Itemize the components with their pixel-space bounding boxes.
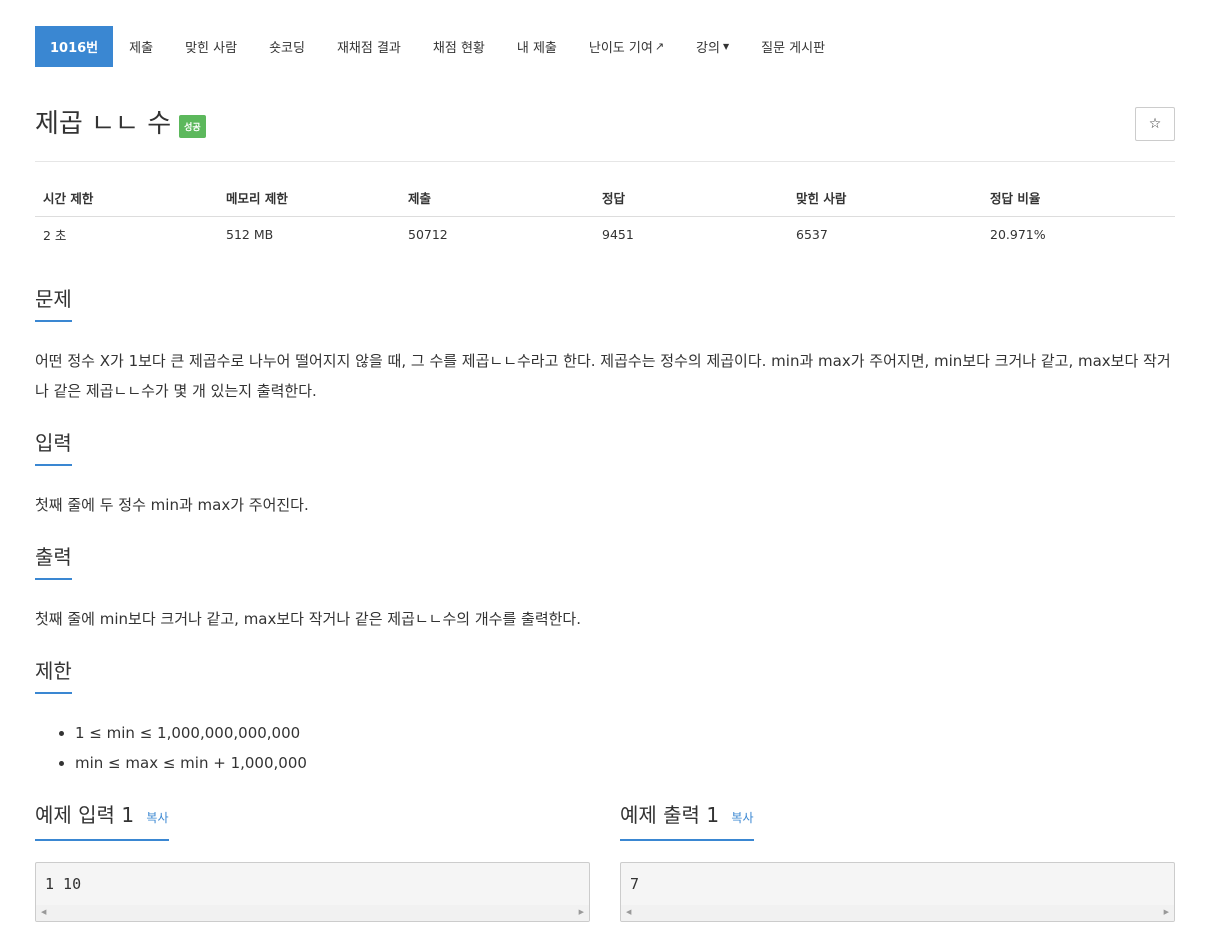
- input-section-header: 입력: [35, 429, 1175, 466]
- tab-label: 맞힌 사람: [185, 41, 238, 56]
- section-title: 입력: [35, 429, 72, 466]
- tab-status[interactable]: 채점 현황: [417, 26, 501, 67]
- table-header: 정답 비율: [982, 180, 1175, 217]
- tab-question-board[interactable]: 질문 게시판: [745, 26, 841, 67]
- copy-output-button[interactable]: 복사: [731, 811, 753, 825]
- list-item: min ≤ max ≤ min + 1,000,000: [75, 748, 307, 778]
- list-item: 1 ≤ min ≤ 1,000,000,000,000: [75, 718, 307, 748]
- section-title: 제한: [35, 657, 72, 694]
- table-cell: 20.971%: [990, 226, 1046, 242]
- tab-label: 재채점 결과: [336, 41, 401, 56]
- section-divider: [35, 465, 1175, 466]
- table-cell: 50712: [408, 226, 448, 242]
- table-header-row: 시간 제한 메모리 제한 제출 정답 맞힌 사람 정답 비율: [35, 180, 1175, 217]
- status-badge: 성공: [179, 115, 206, 138]
- tab-label: 내 제출: [516, 41, 557, 56]
- problem-info-table: 시간 제한 메모리 제한 제출 정답 맞힌 사람 정답 비율 2 초 512 M…: [35, 180, 1175, 252]
- tab-label: 제출: [129, 41, 154, 56]
- output-section-header: 출력: [35, 543, 1175, 580]
- tab-rejudge-results[interactable]: 재채점 결과: [321, 26, 417, 67]
- scroll-left-icon[interactable]: ◀: [41, 908, 46, 916]
- section-divider: [35, 693, 1175, 694]
- table-cell: 9451: [602, 226, 634, 242]
- tab-label: 채점 현황: [432, 41, 485, 56]
- tab-my-submissions[interactable]: 내 제출: [501, 26, 573, 67]
- problem-description: 어떤 정수 X가 1보다 큰 제곱수로 나누어 떨어지지 않을 때, 그 수를 …: [35, 352, 1171, 400]
- table-header: 정답: [594, 180, 788, 217]
- example-input-header: 예제 입력 1 복사: [35, 801, 590, 841]
- horizontal-scrollbar[interactable]: ◀ ▶: [36, 905, 589, 921]
- limit-section-header: 제한: [35, 657, 1175, 694]
- tab-label: 1016번: [50, 41, 99, 56]
- table-header: 메모리 제한: [218, 180, 400, 217]
- tab-lectures[interactable]: 강의 ▼: [680, 26, 745, 67]
- tab-label: 난이도 기여: [588, 41, 653, 56]
- example-output-box[interactable]: 7 ◀ ▶: [620, 862, 1175, 922]
- tab-difficulty-contribution[interactable]: 난이도 기여 ↗: [573, 26, 680, 67]
- table-cell: 512 MB: [226, 226, 274, 242]
- copy-input-button[interactable]: 복사: [146, 811, 168, 825]
- table-row: 2 초 512 MB 50712 9451 6537 20.971%: [35, 216, 1175, 252]
- caret-down-icon: ▼: [722, 42, 730, 51]
- table-header: 제출: [400, 180, 594, 217]
- example-output-code: 7: [630, 875, 640, 893]
- problem-section-header: 문제: [35, 285, 1175, 322]
- example-output-header: 예제 출력 1 복사: [620, 801, 1175, 841]
- external-link-icon: ↗: [654, 40, 665, 53]
- scroll-right-icon[interactable]: ▶: [579, 908, 584, 916]
- problem-nav: 1016번 제출 맞힌 사람 숏코딩 재채점 결과 채점 현황 내 제출 난이도…: [35, 26, 841, 67]
- example-input-code: 1 10: [45, 875, 82, 893]
- section-title: 예제 출력 1: [620, 803, 720, 827]
- tab-submit[interactable]: 제출: [113, 26, 169, 67]
- table-cell: 2 초: [43, 227, 67, 243]
- output-description: 첫째 줄에 min보다 크거나 같고, max보다 작거나 같은 제곱ㄴㄴ수의 …: [35, 610, 581, 628]
- star-icon: ☆: [1148, 116, 1162, 132]
- page-title: 제곱 ㄴㄴ 수: [35, 109, 172, 139]
- example-input-box[interactable]: 1 10 ◀ ▶: [35, 862, 590, 922]
- tab-short-coding[interactable]: 숏코딩: [253, 26, 321, 67]
- scroll-right-icon[interactable]: ▶: [1164, 908, 1169, 916]
- section-title: 예제 입력 1: [35, 803, 135, 827]
- tab-label: 숏코딩: [269, 41, 305, 56]
- input-description: 첫째 줄에 두 정수 min과 max가 주어진다.: [35, 496, 309, 514]
- problem-title-row: 제곱 ㄴㄴ 수 성공: [35, 106, 206, 142]
- tab-label: 질문 게시판: [761, 41, 826, 56]
- table-header: 맞힌 사람: [788, 180, 982, 217]
- horizontal-scrollbar[interactable]: ◀ ▶: [621, 905, 1174, 921]
- section-divider: [35, 321, 1175, 322]
- section-divider: [35, 579, 1175, 580]
- favorite-button[interactable]: ☆: [1135, 107, 1175, 141]
- tab-solvers[interactable]: 맞힌 사람: [169, 26, 253, 67]
- tab-label: 강의: [696, 41, 720, 56]
- section-title: 문제: [35, 285, 72, 322]
- table-header: 시간 제한: [35, 180, 218, 217]
- table-cell: 6537: [796, 226, 828, 242]
- section-title: 출력: [35, 543, 72, 580]
- tab-problem[interactable]: 1016번: [35, 26, 114, 67]
- scroll-left-icon[interactable]: ◀: [626, 908, 631, 916]
- limit-list: 1 ≤ min ≤ 1,000,000,000,000 min ≤ max ≤ …: [75, 718, 307, 778]
- title-divider: [35, 161, 1175, 162]
